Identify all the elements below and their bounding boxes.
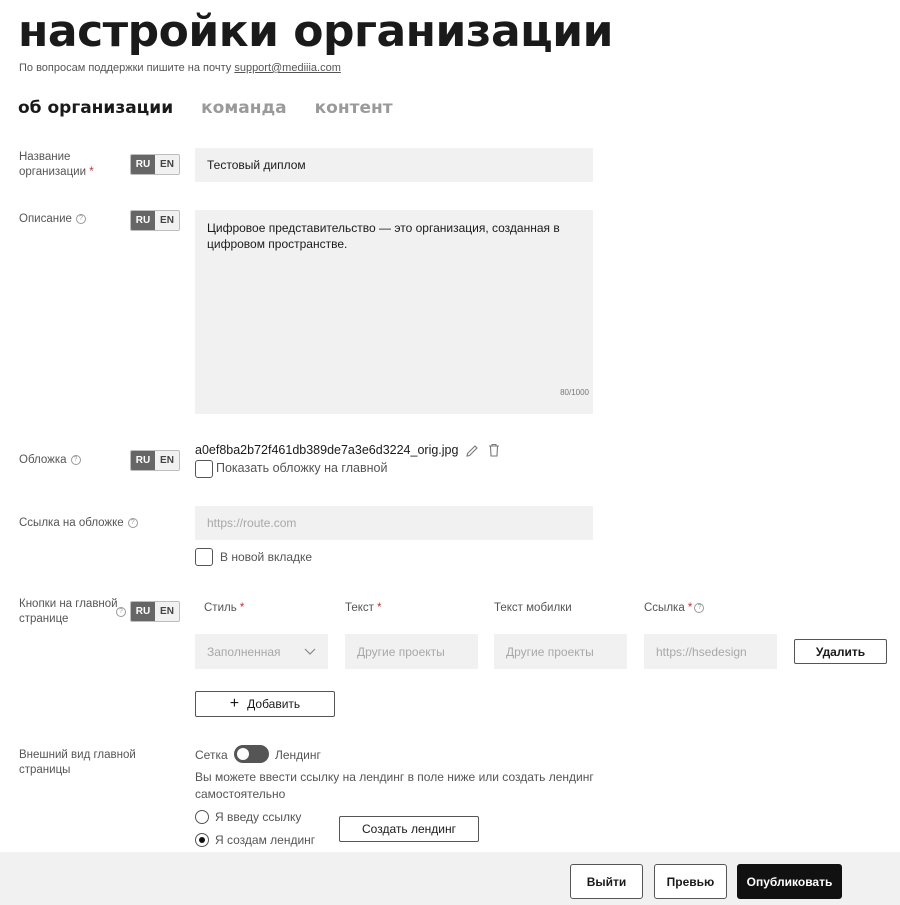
lang-switch-cover: RU EN: [130, 450, 180, 471]
description-label: Описание?: [19, 212, 119, 227]
col-style-header: Стиль *: [204, 602, 245, 614]
exit-button[interactable]: Выйти: [570, 864, 643, 899]
help-icon[interactable]: ?: [694, 602, 705, 613]
lang-switch-org-name: RU EN: [130, 154, 180, 175]
toggle-landing-label: Лендинг: [275, 748, 321, 762]
radio-link-label: Я введу ссылку: [215, 810, 302, 824]
main-buttons-label: Кнопки на главной странице: [19, 598, 118, 625]
toggle-knob: [237, 748, 249, 760]
add-button[interactable]: + Добавить: [195, 691, 335, 717]
radio-create[interactable]: [195, 833, 209, 847]
cover-filename: a0ef8ba2b72f461db389de7a3e6d3224_orig.jp…: [195, 443, 459, 457]
button-text-input[interactable]: Другие проекты: [345, 634, 478, 669]
footer-bar: Выйти Превью Опубликовать: [0, 852, 900, 905]
toggle-grid-label: Сетка: [195, 748, 228, 762]
lang-ru-toggle[interactable]: RU: [131, 211, 155, 230]
tab-about[interactable]: об организации: [18, 98, 173, 118]
support-text: По вопросам поддержки пишите на почту: [19, 62, 232, 74]
support-email-link[interactable]: support@mediiia.com: [234, 62, 341, 74]
org-name-label: Название организации *: [19, 151, 94, 178]
style-select-value: Заполненная: [207, 644, 281, 659]
tabs: об организации команда контент: [18, 98, 393, 118]
lang-en-toggle[interactable]: EN: [155, 155, 179, 174]
show-cover-label: Показать обложку на главной: [216, 461, 388, 475]
page-title: настройки организации: [18, 6, 613, 57]
button-link-input[interactable]: https://hsedesign: [644, 634, 777, 669]
radio-link[interactable]: [195, 810, 209, 824]
required-mark: *: [239, 602, 245, 614]
description-text: Цифровое представительство — это организ…: [207, 221, 560, 251]
tab-content[interactable]: контент: [315, 98, 393, 118]
org-name-input[interactable]: Тестовый диплом: [195, 148, 593, 182]
cover-label: Обложка?: [19, 453, 119, 468]
lang-switch-main-buttons: RU EN: [130, 601, 180, 622]
lang-en-toggle[interactable]: EN: [155, 451, 179, 470]
required-mark: *: [687, 602, 693, 614]
publish-button[interactable]: Опубликовать: [737, 864, 842, 899]
required-mark: *: [89, 166, 94, 178]
help-icon[interactable]: ?: [127, 517, 138, 528]
new-tab-checkbox[interactable]: [195, 548, 213, 566]
lang-ru-toggle[interactable]: RU: [131, 602, 155, 621]
preview-button[interactable]: Превью: [654, 864, 727, 899]
style-select[interactable]: Заполненная: [195, 634, 328, 669]
edit-pencil-icon[interactable]: [464, 443, 480, 459]
cover-link-input[interactable]: https://route.com: [195, 506, 593, 540]
lang-switch-description: RU EN: [130, 210, 180, 231]
button-text-mobile-input[interactable]: Другие проекты: [494, 634, 627, 669]
support-line: По вопросам поддержки пишите на почту su…: [19, 62, 341, 74]
delete-button[interactable]: Удалить: [794, 639, 887, 664]
lang-en-toggle[interactable]: EN: [155, 602, 179, 621]
lang-en-toggle[interactable]: EN: [155, 211, 179, 230]
help-icon[interactable]: ?: [70, 454, 81, 465]
radio-create-label: Я создам лендинг: [215, 833, 316, 847]
chevron-down-icon: [304, 645, 316, 659]
help-icon[interactable]: ?: [75, 213, 86, 224]
appearance-hint: Вы можете ввести ссылку на лендинг в пол…: [195, 770, 594, 801]
col-link-header: Ссылка *?: [644, 602, 705, 614]
appearance-label: Внешний вид главной страницы: [19, 749, 136, 776]
appearance-toggle[interactable]: [234, 745, 269, 763]
plus-icon: +: [229, 695, 240, 712]
required-mark: *: [377, 602, 382, 614]
lang-ru-toggle[interactable]: RU: [131, 155, 155, 174]
new-tab-label: В новой вкладке: [220, 550, 313, 564]
col-text-mobile-header: Текст мобилки: [494, 602, 572, 614]
char-counter: 80/1000: [560, 388, 589, 397]
create-landing-button[interactable]: Создать лендинг: [339, 816, 479, 842]
show-cover-checkbox[interactable]: [195, 460, 213, 478]
lang-ru-toggle[interactable]: RU: [131, 451, 155, 470]
description-textarea[interactable]: Цифровое представительство — это организ…: [195, 210, 593, 414]
tab-team[interactable]: команда: [201, 98, 287, 118]
trash-icon[interactable]: [486, 442, 502, 458]
add-button-label: Добавить: [247, 697, 301, 711]
cover-link-label: Ссылка на обложке?: [19, 516, 159, 531]
col-text-header: Текст *: [345, 602, 382, 614]
help-icon[interactable]: ?: [116, 607, 126, 617]
